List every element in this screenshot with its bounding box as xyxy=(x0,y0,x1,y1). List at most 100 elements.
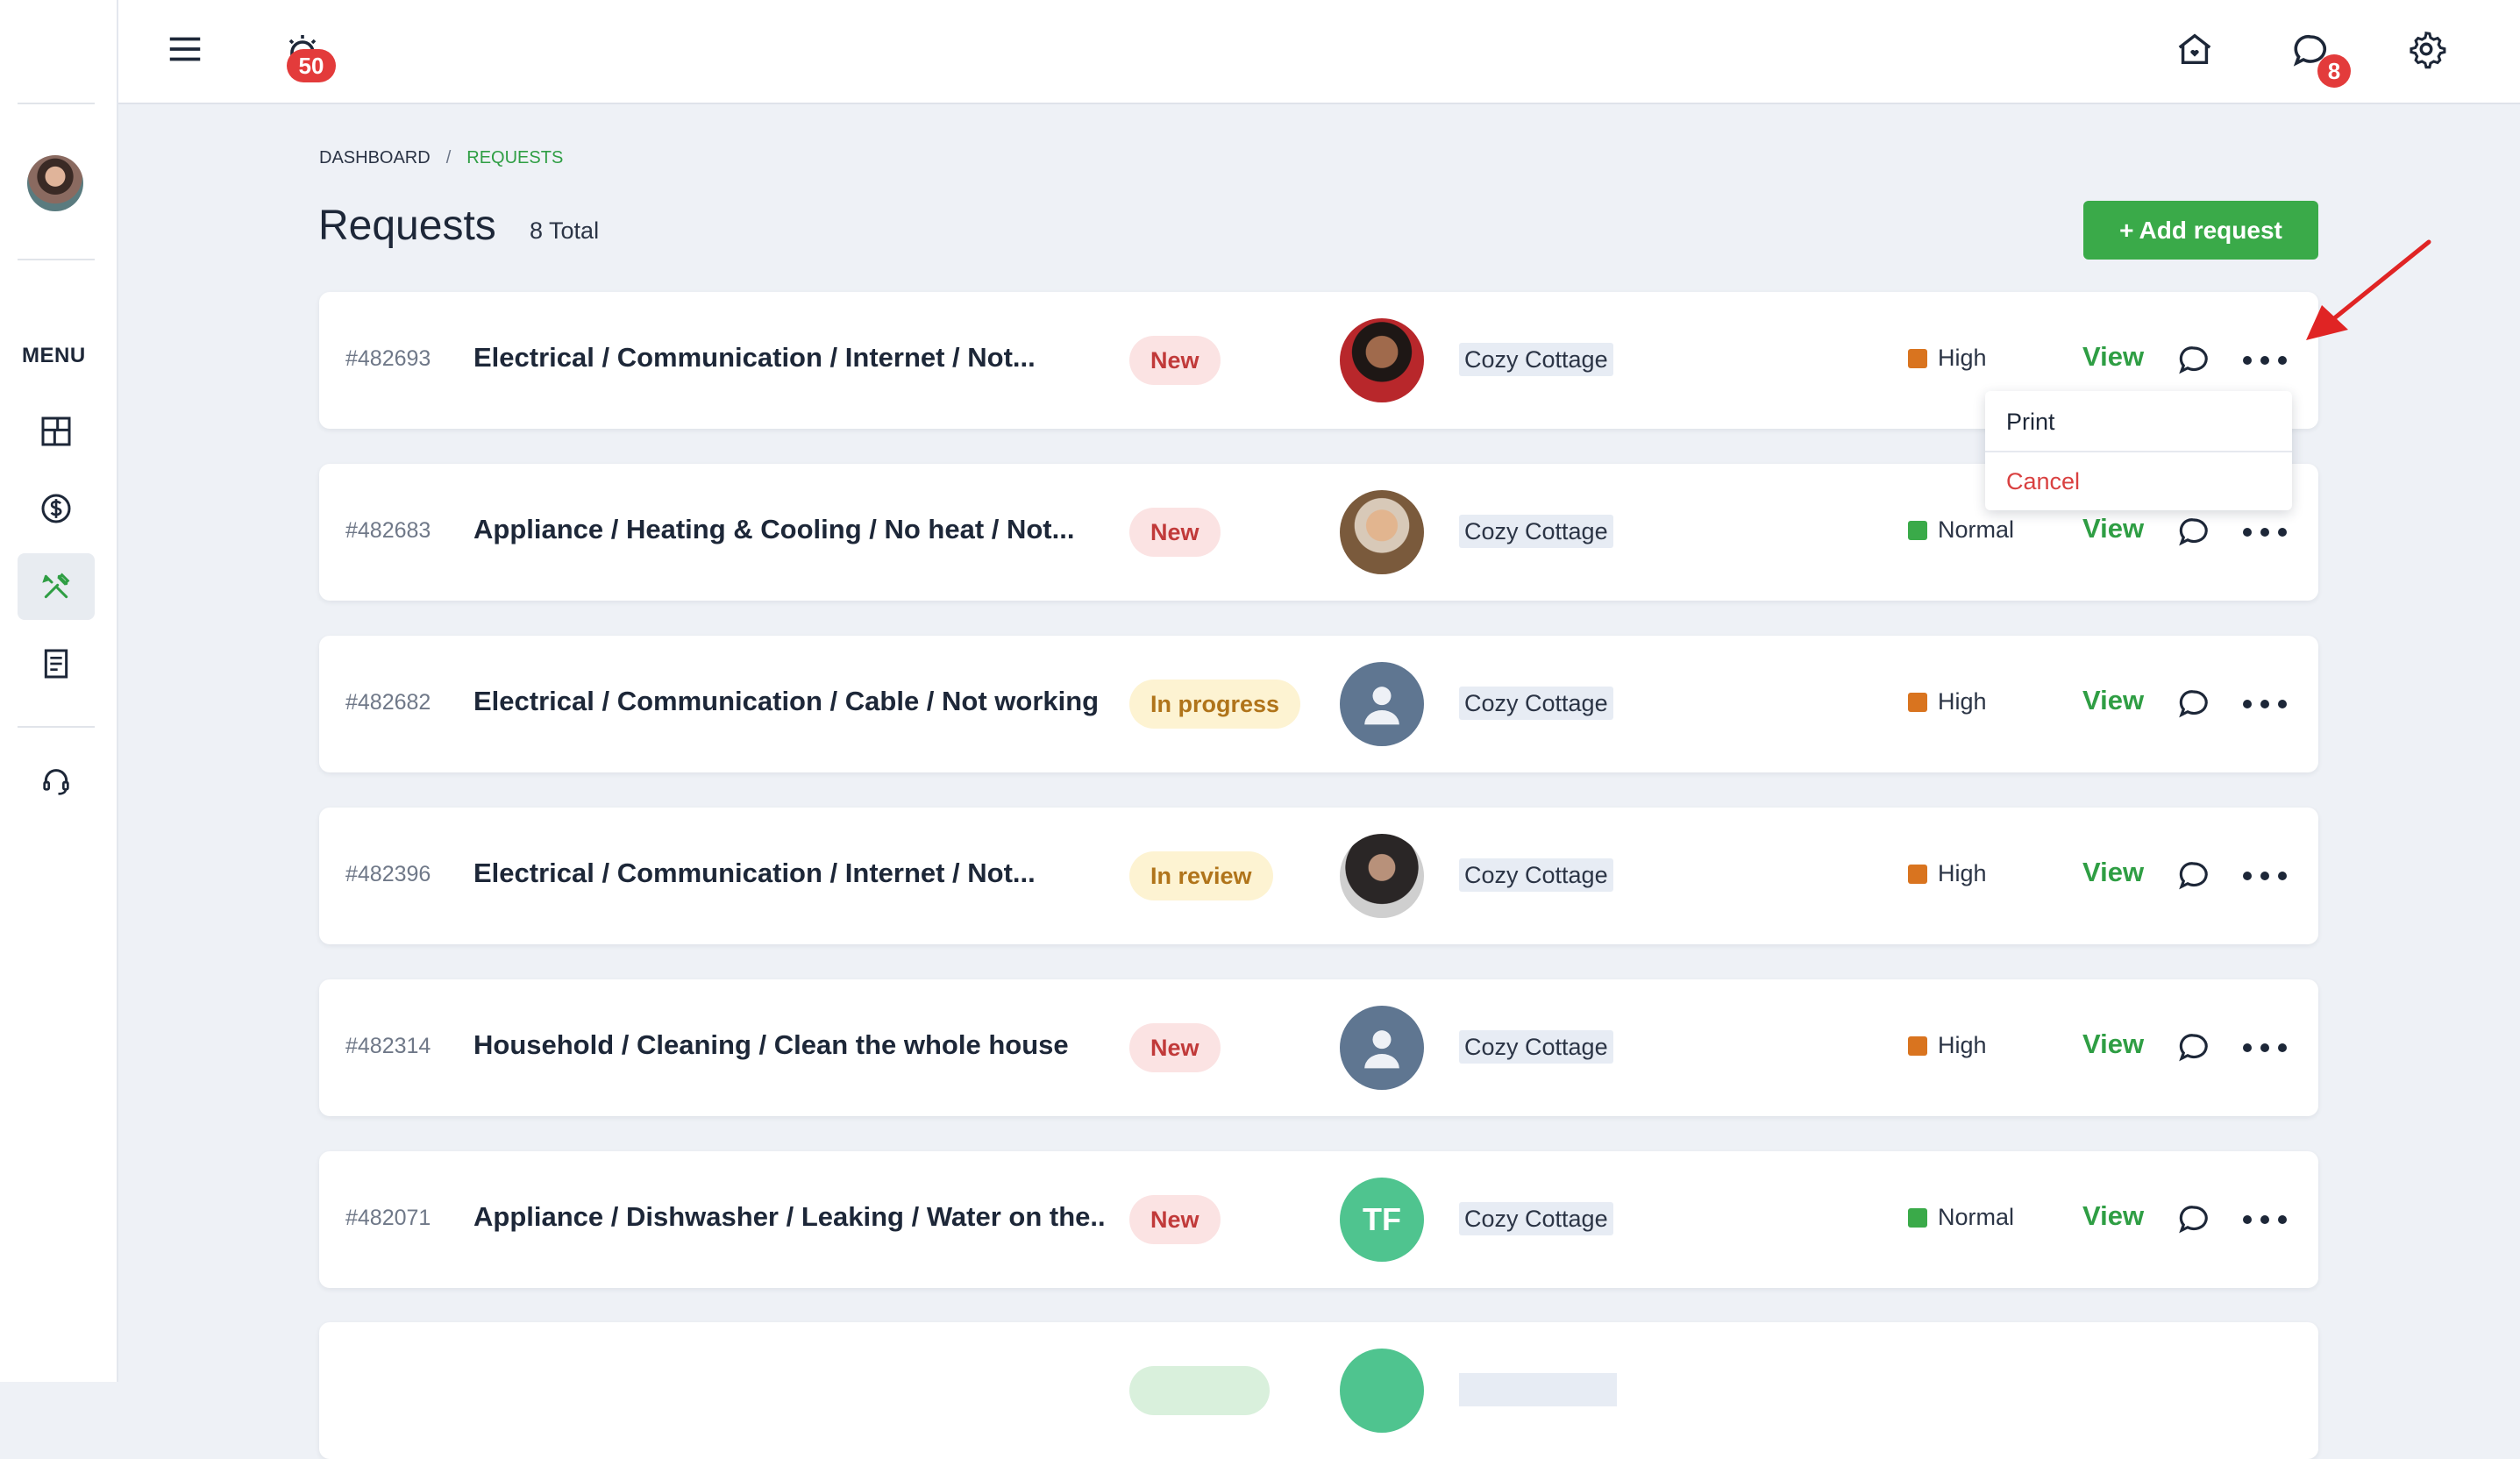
more-actions-button[interactable] xyxy=(2243,515,2287,550)
property-tag: Cozy Cottage xyxy=(1459,343,1613,376)
dot-icon xyxy=(2243,872,2252,880)
dashboard-icon xyxy=(41,416,71,446)
view-link[interactable]: View xyxy=(2082,1028,2144,1060)
priority-label: High xyxy=(1938,345,1987,371)
request-id: #482693 xyxy=(345,346,431,371)
dot-icon xyxy=(2278,356,2287,365)
plus-icon: + xyxy=(2119,216,2134,244)
status-badge: New xyxy=(1129,1023,1221,1072)
breadcrumb-requests: REQUESTS xyxy=(466,148,564,167)
table-row[interactable] xyxy=(319,1322,2318,1459)
priority-square-icon xyxy=(1908,520,1927,540)
priority-label: High xyxy=(1938,860,1987,886)
table-row[interactable]: #482682 Electrical / Communication / Cab… xyxy=(319,636,2318,772)
priority-square-icon xyxy=(1908,692,1927,712)
add-request-label: Add request xyxy=(2139,216,2282,244)
priority-indicator: High xyxy=(1908,688,1987,715)
add-request-button[interactable]: + Add request xyxy=(2083,201,2318,260)
hamburger-menu-button[interactable] xyxy=(162,26,208,72)
hamburger-icon xyxy=(169,37,201,61)
sidebar-item-support[interactable] xyxy=(18,749,95,815)
home-icon xyxy=(2178,33,2211,65)
more-actions-button[interactable] xyxy=(2243,858,2287,893)
dot-icon xyxy=(2260,872,2269,880)
comment-icon[interactable] xyxy=(2175,514,2212,551)
request-id: #482396 xyxy=(345,862,431,886)
cancel-menu-item[interactable]: Cancel xyxy=(2006,468,2080,495)
breadcrumb-separator: / xyxy=(445,148,452,167)
table-row[interactable]: #482071 Appliance / Dishwasher / Leaking… xyxy=(319,1151,2318,1288)
priority-square-icon xyxy=(1908,1207,1927,1228)
assignee-avatar xyxy=(1340,834,1424,918)
comment-icon[interactable] xyxy=(2175,1029,2212,1066)
assignee-avatar xyxy=(1340,1349,1424,1433)
dot-icon xyxy=(2260,356,2269,365)
sidebar-divider xyxy=(18,259,95,260)
request-title[interactable]: Electrical / Communication / Cable / Not… xyxy=(473,686,1105,717)
assignee-avatar xyxy=(1340,490,1424,574)
table-row[interactable]: #482314 Household / Cleaning / Clean the… xyxy=(319,979,2318,1116)
priority-square-icon xyxy=(1908,348,1927,368)
sidebar-item-finance[interactable] xyxy=(18,475,95,542)
dot-icon xyxy=(2243,1215,2252,1224)
view-link[interactable]: View xyxy=(2082,513,2144,544)
dot-icon xyxy=(2243,1043,2252,1052)
view-link[interactable]: View xyxy=(2082,341,2144,373)
priority-square-icon xyxy=(1908,864,1927,884)
row-actions-dropdown: Print Cancel xyxy=(1985,391,2292,510)
dot-icon xyxy=(2260,1215,2269,1224)
property-tag: Cozy Cottage xyxy=(1459,687,1613,720)
comment-icon[interactable] xyxy=(2175,686,2212,722)
request-title[interactable]: Appliance / Heating & Cooling / No heat … xyxy=(473,514,1105,545)
priority-label: Normal xyxy=(1938,516,2015,543)
more-actions-button[interactable] xyxy=(2243,1030,2287,1065)
comment-icon[interactable] xyxy=(2175,1201,2212,1238)
priority-square-icon xyxy=(1908,1036,1927,1056)
breadcrumb: DASHBOARD / REQUESTS xyxy=(319,148,563,168)
assignee-avatar xyxy=(1340,662,1424,746)
request-title[interactable]: Appliance / Dishwasher / Leaking / Water… xyxy=(473,1201,1105,1233)
settings-button[interactable] xyxy=(2402,25,2451,74)
dot-icon xyxy=(2260,700,2269,708)
view-link[interactable]: View xyxy=(2082,685,2144,716)
more-actions-button[interactable] xyxy=(2243,343,2287,378)
request-title[interactable]: Electrical / Communication / Internet / … xyxy=(473,342,1105,374)
chat-badge: 8 xyxy=(2317,54,2351,88)
table-row[interactable]: #482396 Electrical / Communication / Int… xyxy=(319,808,2318,944)
messages-button[interactable]: 8 xyxy=(2284,25,2351,88)
user-placeholder-icon xyxy=(1364,1030,1399,1069)
priority-label: High xyxy=(1938,1032,1987,1058)
priority-indicator: High xyxy=(1908,860,1987,887)
status-badge: New xyxy=(1129,1195,1221,1244)
home-button[interactable] xyxy=(2170,25,2219,74)
status-badge: New xyxy=(1129,508,1221,557)
request-id: #482071 xyxy=(345,1206,431,1230)
sidebar-item-dashboard[interactable] xyxy=(18,398,95,465)
view-link[interactable]: View xyxy=(2082,857,2144,888)
sidebar-divider xyxy=(18,103,95,104)
more-actions-button[interactable] xyxy=(2243,1202,2287,1237)
sidebar-item-documents[interactable] xyxy=(18,630,95,697)
dot-icon xyxy=(2278,1043,2287,1052)
dropdown-divider xyxy=(1985,451,2292,452)
comment-icon[interactable] xyxy=(2175,858,2212,894)
page-title: Requests xyxy=(318,203,496,249)
assignee-avatar: TF xyxy=(1340,1178,1424,1262)
alarm-button[interactable]: 50 xyxy=(276,25,336,82)
status-badge: New xyxy=(1129,336,1221,385)
print-menu-item[interactable]: Print xyxy=(2006,409,2055,436)
view-link[interactable]: View xyxy=(2082,1200,2144,1232)
breadcrumb-dashboard[interactable]: DASHBOARD xyxy=(319,148,431,168)
dot-icon xyxy=(2260,1043,2269,1052)
request-title[interactable]: Household / Cleaning / Clean the whole h… xyxy=(473,1029,1105,1061)
status-badge xyxy=(1129,1366,1270,1415)
comment-icon[interactable] xyxy=(2175,342,2212,379)
status-badge: In review xyxy=(1129,851,1273,900)
priority-indicator: Normal xyxy=(1908,516,2014,544)
user-avatar[interactable] xyxy=(27,155,83,211)
sidebar-item-maintenance[interactable] xyxy=(18,553,95,620)
request-title[interactable]: Electrical / Communication / Internet / … xyxy=(473,858,1105,889)
tools-icon xyxy=(42,573,70,599)
more-actions-button[interactable] xyxy=(2243,687,2287,722)
property-tag xyxy=(1459,1373,1617,1406)
